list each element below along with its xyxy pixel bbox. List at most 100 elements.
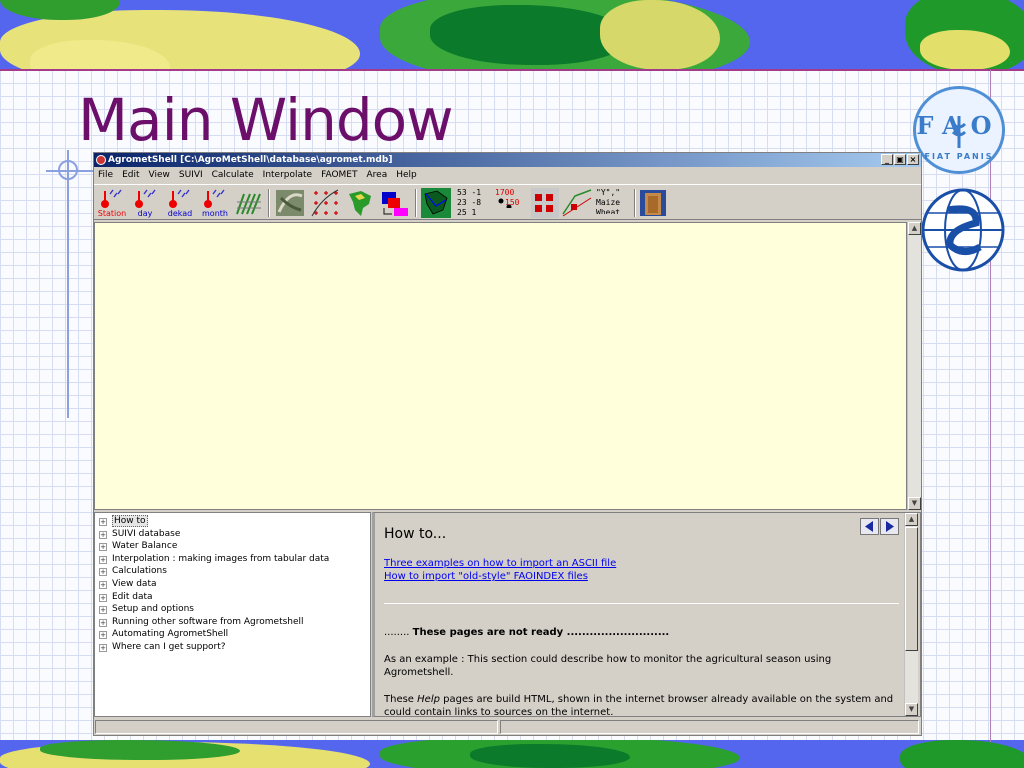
arrow-right-icon <box>886 521 894 532</box>
day-button[interactable]: day <box>130 188 160 218</box>
arrow-left-icon <box>865 521 873 532</box>
help-heading: How to... <box>384 526 447 542</box>
expand-icon[interactable]: + <box>99 580 107 589</box>
crop-line-2: Maize <box>596 198 621 207</box>
table-line-3: 25 1 <box>457 208 477 216</box>
expand-icon[interactable]: + <box>99 606 107 615</box>
status-bar <box>94 719 921 735</box>
fao-logo: FAO FIAT PANIS <box>913 86 1005 174</box>
color-classes-icon <box>531 188 559 218</box>
expand-icon[interactable]: + <box>99 543 107 552</box>
tree-item-label: View data <box>112 578 157 589</box>
menu-calculate[interactable]: Calculate <box>208 168 259 183</box>
map-button[interactable] <box>345 188 375 218</box>
status-pane-left <box>95 720 498 734</box>
crop-curve-icon <box>562 189 592 217</box>
main-workspace[interactable] <box>94 222 907 510</box>
grid-map-button[interactable] <box>421 188 451 218</box>
left-guide-circle <box>58 160 78 180</box>
tree-item-label: Automating AgrometShell <box>112 629 229 640</box>
menu-edit[interactable]: Edit <box>118 168 144 183</box>
help-paragraph-1: As an example : This section could descr… <box>384 654 832 678</box>
table-data-button[interactable]: 53 -1 23 -8 25 1 <box>457 188 495 218</box>
tree-item-automating[interactable]: + Automating AgrometShell <box>95 628 370 641</box>
tree-item-water-balance[interactable]: + Water Balance <box>95 540 370 553</box>
scroll-down-icon[interactable]: ▼ <box>905 703 918 716</box>
series-button[interactable] <box>234 188 262 218</box>
point-values-button[interactable]: 1700 150 <box>495 188 527 218</box>
tree-item-setup-options[interactable]: + Setup and options <box>95 603 370 616</box>
expand-icon[interactable]: + <box>99 593 107 602</box>
link-import-ascii[interactable]: Three examples on how to import an ASCII… <box>384 558 616 569</box>
help-paragraph-2: These Help pages are build HTML, shown i… <box>384 693 894 716</box>
menu-file[interactable]: File <box>94 168 118 183</box>
door-icon <box>640 190 666 216</box>
satellite-map-bottom-band <box>0 740 1024 768</box>
scroll-thumb[interactable] <box>905 527 918 651</box>
crop-line-3: Wheat <box>596 208 621 214</box>
back-button[interactable] <box>860 518 879 535</box>
dekad-label: dekad <box>167 209 193 218</box>
link-import-faoindex[interactable]: How to import "old-style" FAOINDEX files <box>384 571 588 582</box>
scroll-up-icon[interactable]: ▲ <box>905 513 918 526</box>
table-line-2: 23 -8 <box>457 198 482 207</box>
tree-item-label: Interpolation : making images from tabul… <box>112 553 330 564</box>
expand-icon[interactable]: + <box>99 631 107 640</box>
expand-icon[interactable]: + <box>99 518 107 526</box>
menu-area[interactable]: Area <box>363 168 393 183</box>
menu-help[interactable]: Help <box>392 168 422 183</box>
month-label: month <box>202 209 228 218</box>
thermometer-rain-icon <box>135 189 156 208</box>
scroll-down-icon[interactable]: ▼ <box>908 497 921 510</box>
menu-interpolate[interactable]: Interpolate <box>259 168 317 183</box>
tree-item-label: Edit data <box>112 591 153 602</box>
expand-icon[interactable]: + <box>99 618 107 627</box>
restore-button[interactable]: ▣ <box>894 154 906 165</box>
toolbar-separator <box>268 189 270 217</box>
note-prefix: ........ <box>384 627 410 638</box>
menu-bar: File Edit View SUIVI Calculate Interpola… <box>94 168 921 183</box>
help-scrollbar[interactable]: ▲ ▼ <box>904 513 918 716</box>
crop-data-button[interactable]: "Y"," Maize Wheat <box>596 188 632 218</box>
tree-item-view-data[interactable]: + View data <box>95 578 370 591</box>
tree-item-suivi-database[interactable]: + SUIVI database <box>95 528 370 541</box>
crop-curve-button[interactable] <box>561 188 593 218</box>
dekad-button[interactable]: dekad <box>164 188 196 218</box>
menu-faomet[interactable]: FAOMET <box>317 168 362 183</box>
interpolate-button[interactable] <box>310 188 340 218</box>
satellite-image-button[interactable] <box>275 188 305 218</box>
satellite-image-icon <box>276 190 304 216</box>
station-button[interactable]: Station <box>96 188 128 218</box>
menu-view[interactable]: View <box>145 168 175 183</box>
toolbar: Station day dekad month 53 -1 23 -8 25 1… <box>94 184 921 220</box>
tree-item-interpolation[interactable]: + Interpolation : making images from tabu… <box>95 553 370 566</box>
satellite-map-top-band <box>0 0 1024 70</box>
agrometshell-window: AgrometShell [C:\AgroMetShell\database\a… <box>93 152 922 736</box>
tree-item-calculations[interactable]: + Calculations <box>95 565 370 578</box>
tree-item-support[interactable]: + Where can I get support? <box>95 641 370 654</box>
expand-icon[interactable]: + <box>99 530 107 539</box>
thermometer-rain-icon <box>169 189 190 208</box>
help-divider <box>384 603 899 604</box>
overlay-button[interactable] <box>380 188 410 218</box>
expand-icon[interactable]: + <box>99 555 107 564</box>
tree-item-running-software[interactable]: + Running other software from Agrometshel… <box>95 616 370 629</box>
exit-button[interactable] <box>639 188 667 218</box>
window-title: AgrometShell [C:\AgroMetShell\database\a… <box>108 155 393 165</box>
tree-item-label: SUIVI database <box>112 528 181 539</box>
close-button[interactable]: × <box>907 154 919 165</box>
tree-item-how-to[interactable]: + How to <box>95 515 370 528</box>
menu-suivi[interactable]: SUIVI <box>175 168 208 183</box>
expand-icon[interactable]: + <box>99 643 107 652</box>
main-scrollbar[interactable]: ▲ ▼ <box>907 222 921 510</box>
minimize-button[interactable]: _ <box>881 154 893 165</box>
classes-button[interactable] <box>531 188 559 218</box>
para2-start: These <box>384 694 418 705</box>
scroll-up-icon[interactable]: ▲ <box>908 222 921 235</box>
expand-icon[interactable]: + <box>99 568 107 577</box>
note-text: ........ These pages are not ready .....… <box>384 626 894 639</box>
ids-globe-logo <box>918 185 1008 275</box>
forward-button[interactable] <box>880 518 899 535</box>
tree-item-edit-data[interactable]: + Edit data <box>95 591 370 604</box>
month-button[interactable]: month <box>199 188 231 218</box>
